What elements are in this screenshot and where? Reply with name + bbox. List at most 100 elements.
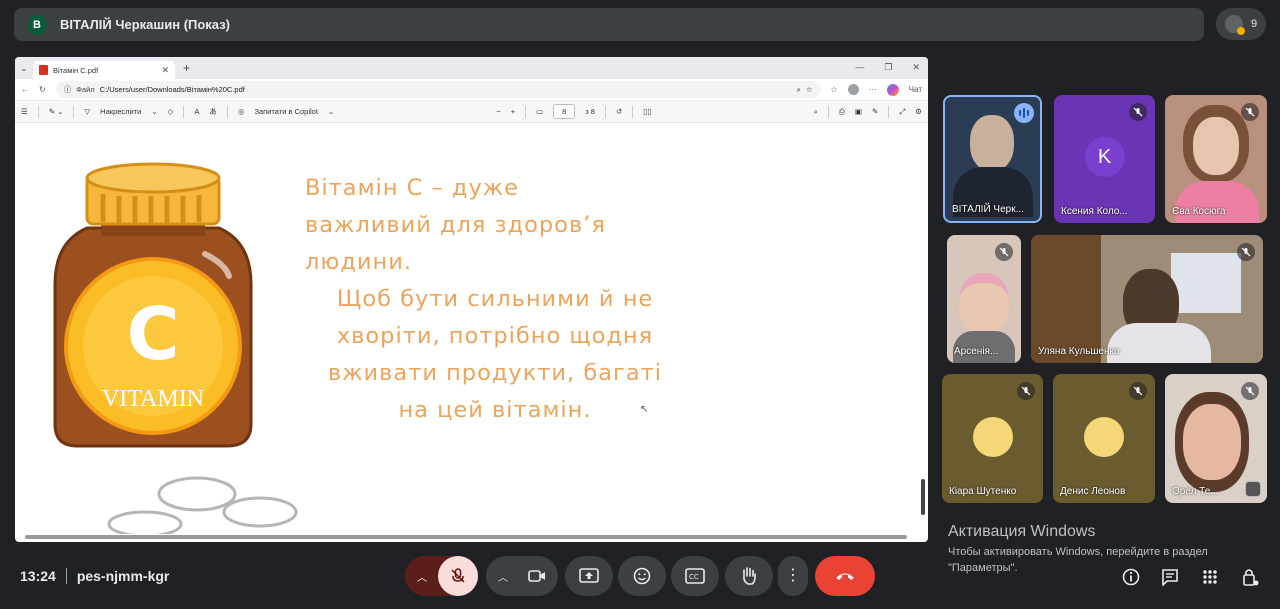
people-icon bbox=[1224, 15, 1245, 35]
reactions-button[interactable] bbox=[618, 556, 666, 596]
mic-options-icon[interactable]: ︿ bbox=[417, 569, 427, 584]
page-number-input[interactable]: 8 bbox=[553, 104, 576, 119]
tab-list-icon[interactable]: ⌄ bbox=[15, 64, 33, 73]
participant-tile[interactable]: Кіара Шутенко bbox=[942, 374, 1043, 503]
contents-icon[interactable]: ☰ bbox=[21, 107, 28, 116]
apps-grid-icon bbox=[1203, 570, 1217, 584]
slide-line: хворіти, потрібно щодня bbox=[336, 323, 654, 349]
microphone-control: ︿ bbox=[405, 556, 478, 596]
tab-close-icon[interactable]: ✕ bbox=[161, 65, 169, 76]
reload-icon[interactable]: ↻ bbox=[39, 85, 46, 94]
participant-tile[interactable]: Єва Косюга bbox=[1165, 95, 1267, 223]
mic-off-icon bbox=[1017, 382, 1035, 400]
presenter-avatar: В bbox=[27, 14, 47, 35]
browser-tabstrip: ⌄ Вітамін C.pdf ✕ + — ❐ ✕ bbox=[15, 57, 928, 79]
mic-off-button[interactable] bbox=[438, 556, 478, 596]
settings-icon[interactable]: ⚙ bbox=[915, 107, 922, 116]
end-call-button[interactable] bbox=[815, 556, 875, 596]
shared-screen: ⌄ Вітамін C.pdf ✕ + — ❐ ✕ ← ↻ ⓘ Файл C:/… bbox=[15, 57, 928, 542]
draw-icon[interactable]: ▽ bbox=[84, 107, 90, 116]
translate-icon[interactable]: あ bbox=[209, 106, 217, 117]
raise-hand-button[interactable] bbox=[725, 556, 773, 596]
camera-button[interactable] bbox=[528, 568, 546, 589]
presenter-bar: В ВІТАЛІЙ Черкашин (Показ) bbox=[14, 8, 1204, 41]
activities-button[interactable] bbox=[1199, 566, 1221, 588]
favorite-icon[interactable]: ☆ bbox=[806, 85, 813, 94]
people-button[interactable]: 9 bbox=[1216, 8, 1266, 40]
print-icon[interactable]: ⎙ bbox=[839, 107, 845, 117]
back-icon[interactable]: ← bbox=[21, 85, 29, 94]
more-options-button[interactable]: ⋮ bbox=[778, 556, 808, 596]
vertical-scrollbar[interactable] bbox=[920, 129, 926, 533]
highlight-icon[interactable]: ✎ ⌄ bbox=[49, 107, 64, 116]
chat-label[interactable]: Чат bbox=[909, 85, 922, 94]
participant-name: ВІТАЛІЙ Черк... bbox=[952, 204, 1024, 215]
save-icon[interactable]: ▣ bbox=[855, 107, 862, 116]
favorites-icon[interactable]: ☆ bbox=[831, 85, 838, 94]
zoom-icon[interactable]: ⌕ bbox=[797, 85, 801, 95]
svg-text:CC: CC bbox=[689, 573, 699, 581]
draw-dropdown-icon[interactable]: ⌄ bbox=[151, 107, 157, 116]
captions-icon: CC bbox=[685, 568, 705, 584]
pin-icon[interactable] bbox=[1245, 481, 1261, 497]
mic-off-icon bbox=[1241, 103, 1259, 121]
mic-off-icon bbox=[451, 568, 465, 583]
meeting-code: pes-njmm-kgr bbox=[76, 568, 170, 584]
participant-name: Єва Косюга bbox=[1172, 206, 1226, 217]
search-icon[interactable]: ⌕ bbox=[814, 107, 818, 117]
new-tab-icon[interactable]: + bbox=[183, 61, 190, 75]
fit-page-icon[interactable]: ▭ bbox=[536, 107, 543, 116]
eraser-icon[interactable]: ◇ bbox=[168, 107, 174, 116]
url-text: C:/Users/user/Downloads/Вітамін%20C.pdf bbox=[99, 85, 245, 94]
host-controls-button[interactable] bbox=[1239, 566, 1261, 588]
participant-tile[interactable]: K Ксения Коло... bbox=[1054, 95, 1155, 223]
participant-avatar bbox=[972, 416, 1013, 457]
present-screen-button[interactable] bbox=[565, 556, 613, 596]
participant-tile[interactable]: Уляна Кульшенко bbox=[1031, 235, 1263, 363]
presenter-title: ВІТАЛІЙ Черкашин (Показ) bbox=[60, 17, 230, 32]
rotate-icon[interactable]: ↺ bbox=[616, 107, 622, 116]
copilot-ask-label[interactable]: Запитати в Copilot bbox=[254, 107, 317, 116]
browser-tab[interactable]: Вітамін C.pdf ✕ bbox=[33, 61, 175, 79]
mouse-cursor-icon: ↖ bbox=[640, 404, 649, 415]
more-icon[interactable]: ··· bbox=[869, 85, 877, 94]
captions-button[interactable]: CC bbox=[671, 556, 719, 596]
page-view-icon[interactable]: ▯▯ bbox=[643, 107, 651, 116]
lock-person-icon bbox=[1243, 569, 1259, 586]
maximize-icon[interactable]: ❐ bbox=[884, 62, 892, 73]
camera-control: ︿ bbox=[486, 556, 558, 596]
present-icon bbox=[579, 568, 599, 583]
slide-line: на цей вітамін. bbox=[398, 397, 592, 423]
copilot-dropdown-icon[interactable]: ⌄ bbox=[328, 107, 334, 116]
participant-tile[interactable]: Орел Те... bbox=[1165, 374, 1267, 503]
copilot-ask-icon[interactable]: ◎ bbox=[238, 107, 245, 116]
read-aloud-icon[interactable]: A bbox=[194, 107, 199, 116]
pdf-toolbar: ☰ ✎ ⌄ ▽ Накреслити ⌄ ◇ A あ ◎ Запитати в … bbox=[15, 101, 928, 123]
meeting-details-button[interactable] bbox=[1120, 566, 1142, 588]
camera-options-icon[interactable]: ︿ bbox=[498, 569, 508, 584]
minimize-icon[interactable]: — bbox=[855, 62, 864, 73]
end-call-icon bbox=[836, 573, 854, 580]
page-total: з 8 bbox=[585, 107, 595, 116]
pdf-page: C VITAMIN Вітамін С – дуже важливий для … bbox=[15, 124, 918, 534]
zoom-out-icon[interactable]: − bbox=[496, 107, 500, 116]
profile-icon[interactable] bbox=[847, 84, 859, 95]
info-icon bbox=[1122, 568, 1140, 586]
fullscreen-icon[interactable]: ⤢ bbox=[899, 107, 905, 117]
zoom-in-icon[interactable]: + bbox=[511, 107, 515, 116]
participant-avatar: K bbox=[1084, 137, 1125, 177]
participant-avatar bbox=[1084, 416, 1124, 457]
chat-button[interactable] bbox=[1159, 566, 1181, 588]
slide-line: важливий для здоров’я bbox=[305, 212, 606, 238]
url-field[interactable]: ⓘ Файл C:/Users/user/Downloads/Вітамін%2… bbox=[55, 81, 821, 98]
participant-tile[interactable]: Арсенія... bbox=[947, 235, 1021, 363]
participant-tile[interactable]: ВІТАЛІЙ Черк... bbox=[943, 95, 1042, 223]
save-as-icon[interactable]: ✎ bbox=[872, 107, 878, 116]
bottle-letter: C bbox=[126, 292, 180, 376]
participant-tile[interactable]: Денис Леонов bbox=[1053, 374, 1155, 503]
horizontal-scrollbar[interactable] bbox=[25, 535, 907, 539]
copilot-icon[interactable] bbox=[886, 83, 899, 96]
close-icon[interactable]: ✕ bbox=[912, 62, 920, 73]
meeting-time: 13:24 bbox=[20, 568, 56, 584]
draw-label[interactable]: Накреслити bbox=[100, 107, 141, 116]
